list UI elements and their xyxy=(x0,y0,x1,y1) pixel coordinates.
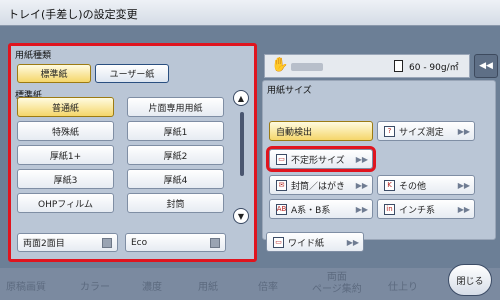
title-bar: トレイ(手差し)の設定変更 xyxy=(0,0,500,26)
inch-series-button[interactable]: in インチ系 ▶▶ xyxy=(377,199,475,219)
window-title: トレイ(手差し)の設定変更 xyxy=(8,8,138,21)
tray-info-strip: ✋ 60 - 90g/㎡ xyxy=(264,54,470,78)
scroll-thumb[interactable] xyxy=(240,112,244,176)
paper-special-button[interactable]: 特殊紙 xyxy=(17,121,114,141)
paper-weight-range: 60 - 90g/㎡ xyxy=(409,63,459,73)
size-measure-label: サイズ測定 xyxy=(399,127,444,138)
auto-detect-button[interactable]: 自動検出 xyxy=(269,121,373,141)
scroll-down-icon[interactable]: ▼ xyxy=(233,208,249,224)
duplex-2nd-side-toggle[interactable]: 両面2面目 xyxy=(17,233,118,252)
ghost-tab: 用紙 xyxy=(198,282,218,293)
user-paper-tab[interactable]: ユーザー紙 xyxy=(95,64,169,83)
size-measure-button[interactable]: ? サイズ測定 ▶▶ xyxy=(377,121,475,141)
paper-type-panel: 用紙種類 標準紙 ユーザー紙 標準紙 普通紙 片面専用用紙 特殊紙 厚紙1 厚紙… xyxy=(8,43,257,262)
envelope-icon: ✉ xyxy=(276,179,287,191)
blurred-label xyxy=(291,63,323,71)
ghost-tab: 両面 ページ集約 xyxy=(312,272,362,295)
chevron-right-icon: ▶▶ xyxy=(355,205,368,214)
chevron-right-icon: ▶▶ xyxy=(457,181,470,190)
paper-thick2-button[interactable]: 厚紙2 xyxy=(127,145,224,165)
close-label: 閉じる xyxy=(456,276,484,287)
ghost-tab: 濃度 xyxy=(142,282,162,293)
chevron-right-icon: ▶▶ xyxy=(457,127,470,136)
envelope-postcard-button[interactable]: ✉ 封筒／はがき ▶▶ xyxy=(269,175,373,195)
custom-size-icon: ▭ xyxy=(276,153,287,165)
paper-size-panel: 用紙サイズ 自動検出 ? サイズ測定 ▶▶ ▭ 不定形サイズ ▶▶ ✉ 封筒／は… xyxy=(262,80,496,240)
double-chevron-left-icon: ◀◀ xyxy=(479,61,493,71)
ghost-tab: 倍率 xyxy=(258,282,278,293)
ghost-tab: 原稿画質 xyxy=(6,282,46,293)
background-menu-strip: 原稿画質 カラー 濃度 用紙 倍率 両面 ページ集約 仕上り xyxy=(0,268,500,300)
a-b-series-label: A系・B系 xyxy=(291,205,331,216)
custom-size-label: 不定形サイズ xyxy=(291,155,345,166)
a-b-series-button[interactable]: AB A系・B系 ▶▶ xyxy=(269,199,373,219)
chevron-right-icon: ▶▶ xyxy=(457,205,470,214)
eco-toggle[interactable]: Eco xyxy=(125,233,226,252)
collapse-panel-button[interactable]: ◀◀ xyxy=(474,54,498,78)
wide-paper-label: ワイド紙 xyxy=(288,238,325,249)
other-label: その他 xyxy=(399,181,427,192)
paper-envelope-button[interactable]: 封筒 xyxy=(127,193,224,213)
other-size-icon: K xyxy=(384,179,395,191)
checkbox-icon xyxy=(210,238,220,248)
inch-series-label: インチ系 xyxy=(399,205,436,216)
other-size-button[interactable]: K その他 ▶▶ xyxy=(377,175,475,195)
wide-paper-button[interactable]: ▭ ワイド紙 ▶▶ xyxy=(266,232,364,252)
paper-thick4-button[interactable]: 厚紙4 xyxy=(127,169,224,189)
paper-thick1-button[interactable]: 厚紙1 xyxy=(127,121,224,141)
paper-list-scrollbar[interactable]: ▲ ▼ xyxy=(233,90,249,224)
envelope-label: 封筒／はがき xyxy=(291,181,346,192)
measure-icon: ? xyxy=(384,125,395,137)
custom-size-button[interactable]: ▭ 不定形サイズ ▶▶ xyxy=(266,146,376,172)
paper-thick1plus-button[interactable]: 厚紙1+ xyxy=(17,145,114,165)
close-button[interactable]: 閉じる xyxy=(448,264,492,296)
chevron-right-icon: ▶▶ xyxy=(355,155,368,164)
eco-label: Eco xyxy=(131,237,148,248)
inch-series-icon: in xyxy=(384,203,395,215)
standard-paper-tab[interactable]: 標準紙 xyxy=(17,64,91,83)
bypass-tray-hand-icon: ✋ xyxy=(271,57,289,73)
paper-ohp-button[interactable]: OHPフィルム xyxy=(17,193,114,213)
paper-plain-button[interactable]: 普通紙 xyxy=(17,97,114,117)
paper-type-label: 用紙種類 xyxy=(15,51,52,61)
paper-grid: 普通紙 片面専用用紙 特殊紙 厚紙1 厚紙1+ 厚紙2 厚紙3 厚紙4 OHPフ… xyxy=(15,97,233,224)
ghost-tab: 仕上り xyxy=(388,282,418,293)
paper-thick3-button[interactable]: 厚紙3 xyxy=(17,169,114,189)
duplex-2nd-side-label: 両面2面目 xyxy=(23,239,65,249)
auto-detect-label: 自動検出 xyxy=(276,127,313,138)
chevron-right-icon: ▶▶ xyxy=(346,238,359,247)
ab-series-icon: AB xyxy=(276,203,287,215)
scroll-up-icon[interactable]: ▲ xyxy=(233,90,249,106)
ghost-tab: カラー xyxy=(80,282,110,293)
paper-sheet-icon xyxy=(394,60,403,72)
paper-single-side-button[interactable]: 片面専用用紙 xyxy=(127,97,224,117)
paper-size-label: 用紙サイズ xyxy=(267,86,312,96)
checkbox-icon xyxy=(102,238,112,248)
wide-paper-icon: ▭ xyxy=(273,236,284,248)
chevron-right-icon: ▶▶ xyxy=(355,181,368,190)
